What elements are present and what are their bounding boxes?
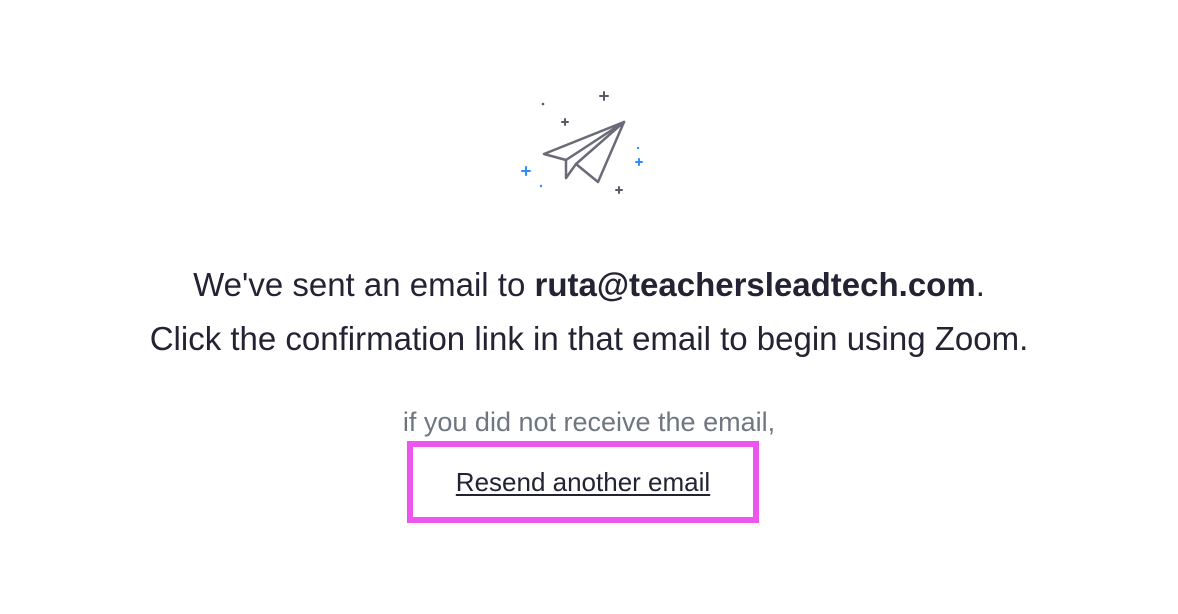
not-received-hint: if you did not receive the email, — [402, 407, 776, 437]
email-sent-line: We've sent an email to ruta@teacherslead… — [0, 258, 1178, 312]
resend-email-link[interactable]: Resend another email — [456, 464, 710, 500]
confirmation-instruction: Click the confirmation link in that emai… — [149, 320, 1029, 357]
email-sent-suffix: . — [975, 266, 985, 303]
email-sent-prefix: We've sent an email to — [193, 266, 535, 303]
paper-plane-icon — [521, 91, 643, 194]
confirmation-message: We've sent an email to ruta@teacherslead… — [0, 258, 1178, 366]
recipient-email: ruta@teachersleadtech.com — [534, 266, 976, 303]
paper-plane-illustration — [510, 82, 650, 202]
resend-highlight-box: Resend another email — [407, 441, 759, 523]
